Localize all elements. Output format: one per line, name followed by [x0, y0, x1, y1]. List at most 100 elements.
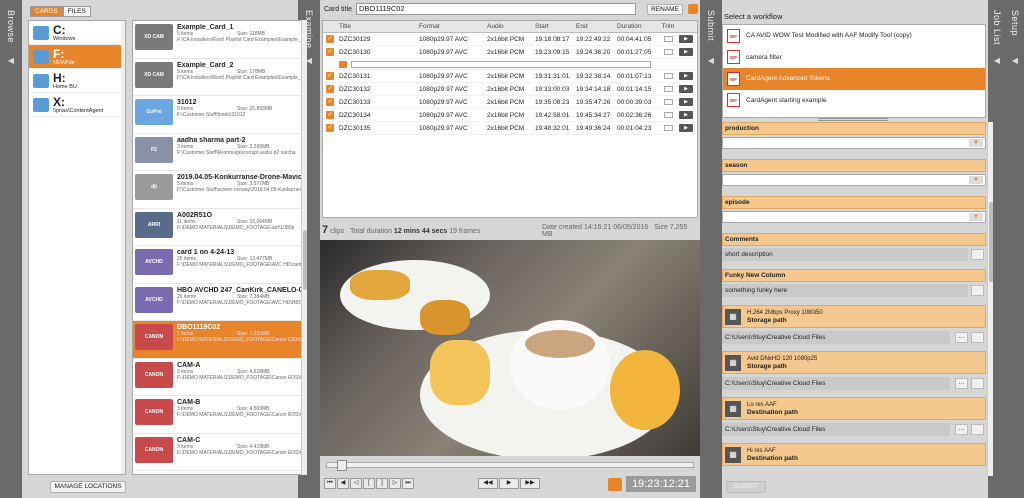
play-clip-button[interactable]: ▶ — [679, 98, 693, 107]
clip-row[interactable]: ✓ DZC30129 1080p29.97 AVC 2x16bit PCM 19:18:… — [323, 33, 697, 46]
col-title[interactable]: Title — [337, 21, 419, 32]
card-item[interactable]: dji 2019.04.05-Konkurranse-Drone-Mavic-OB… — [133, 171, 306, 209]
episode-select[interactable]: ▼ — [722, 211, 986, 223]
drive-item[interactable]: C: Windows — [29, 21, 125, 45]
trim-toggle[interactable] — [663, 125, 673, 132]
card-item[interactable]: CANON SINGLES CAM — [133, 471, 306, 474]
checkbox[interactable]: ✓ — [326, 35, 334, 44]
play-icon[interactable]: ▶ — [499, 478, 519, 489]
drive-list-scrollbar[interactable] — [121, 21, 125, 474]
scrubber-handle[interactable] — [337, 460, 347, 471]
card-item[interactable]: CANON CAM-C 3 items Size: 4,418MB F:\DEMO MA… — [133, 434, 306, 471]
options-button[interactable] — [971, 378, 984, 389]
card-item[interactable]: XD CAM Example_Card_2 5 items Size: 178MB F:… — [133, 59, 306, 96]
edit-button[interactable] — [971, 285, 984, 296]
comments-input[interactable]: short description — [722, 248, 984, 261]
scrollbar-thumb[interactable] — [989, 202, 993, 282]
trim-toggle[interactable] — [663, 86, 673, 93]
play-clip-button[interactable]: ▶ — [679, 85, 693, 94]
tab-setup[interactable]: Setup ◀ — [1006, 0, 1024, 498]
tab-browse[interactable]: Browse ◀ — [0, 0, 22, 498]
card-item[interactable]: P2 aadha sharma part-2 3 items Size: 3,266M… — [133, 134, 306, 171]
season-select[interactable]: ▼ — [722, 174, 986, 186]
card-list-scrollbar[interactable] — [301, 20, 307, 475]
play-clip-button[interactable]: ▶ — [679, 48, 693, 57]
browse-button[interactable]: … — [955, 332, 968, 343]
edit-button[interactable] — [971, 249, 984, 260]
col-format[interactable]: Format — [419, 21, 487, 32]
files-toggle[interactable]: FILES — [62, 6, 91, 17]
col-start[interactable]: Start — [535, 21, 576, 32]
clip-row[interactable]: ✓ DZC30135 1080p29.97 AVC 2x16bit PCM 19:48:… — [323, 122, 697, 135]
options-button[interactable] — [971, 424, 984, 435]
clip-row[interactable]: ✓ DZC30131 1080p29.97 AVC 2x16bit PCM 19:31:… — [323, 70, 697, 83]
checkbox[interactable]: ✓ — [326, 72, 334, 81]
workflow-item[interactable]: WF CA AVID WOW Test Modified with AAF Mod… — [723, 25, 985, 47]
go-end-icon[interactable]: ⏭ — [402, 478, 414, 489]
col-end[interactable]: End — [576, 21, 617, 32]
browse-button[interactable]: … — [955, 378, 968, 389]
resize-handle[interactable] — [818, 118, 888, 121]
play-clip-button[interactable]: ▶ — [679, 111, 693, 120]
clip-name-field[interactable] — [351, 61, 651, 68]
scrollbar-thumb[interactable] — [303, 230, 307, 290]
card-item[interactable]: CANON DBO1119C02 7 items Size: 7,255MB F:\DE… — [133, 321, 306, 359]
manage-locations-button[interactable]: MANAGE LOCATIONS — [50, 481, 126, 493]
video-preview[interactable] — [320, 240, 700, 456]
rename-button[interactable]: RENAME — [647, 4, 683, 15]
workflow-item[interactable]: WF CardAgent starting example — [723, 90, 985, 112]
settings-icon[interactable] — [688, 4, 698, 14]
prev-frame-icon[interactable]: ◁ — [350, 478, 362, 489]
clip-row[interactable]: ✓ DZC30132 1080p29.97 AVC 2x16bit PCM 19:33:… — [323, 83, 697, 96]
edit-icon[interactable] — [339, 61, 347, 68]
mark-out-icon[interactable]: ] — [376, 478, 388, 489]
timeline-scrubber[interactable] — [326, 460, 694, 471]
checkbox[interactable]: ✓ — [326, 48, 334, 57]
output-path[interactable]: C:\Users\Stuy\Creative Cloud Files… — [722, 377, 984, 390]
checkbox[interactable]: ✓ — [326, 124, 334, 133]
col-trim[interactable]: Trim — [657, 21, 679, 32]
workflow-item[interactable]: WF camera filter — [723, 47, 985, 69]
mark-in-icon[interactable]: [ — [363, 478, 375, 489]
trim-toggle[interactable] — [663, 49, 673, 56]
output-path[interactable]: C:\Users\Stuy\Creative Cloud Files… — [722, 423, 984, 436]
card-item[interactable]: CANON CAM-A 3 items Size: 4,628MB F:\DEMO MA… — [133, 359, 306, 396]
next-frame-icon[interactable]: ▷ — [389, 478, 401, 489]
clip-row[interactable]: ✓ DZC30130 1080p29.97 AVC 2x16bit PCM 19:23:… — [323, 46, 697, 59]
card-item[interactable]: XD CAM Example_Card_1 5 items Size: 118MB F:… — [133, 21, 306, 59]
play-clip-button[interactable]: ▶ — [679, 72, 693, 81]
col-audio[interactable]: Audio — [487, 21, 535, 32]
options-button[interactable] — [971, 332, 984, 343]
prev-clip-icon[interactable]: ◀ — [337, 478, 349, 489]
cards-toggle[interactable]: CARDS — [30, 6, 63, 17]
col-duration[interactable]: Duration — [617, 21, 657, 32]
card-item[interactable]: AVCHD HBO AVCHD 247_CanKirk_CANELO-03.2 26… — [133, 284, 306, 321]
clip-row[interactable]: ✓ DZC30134 1080p29.97 AVC 2x16bit PCM 19:42:… — [323, 109, 697, 122]
card-item[interactable]: ARRI A002R51O 11 items Size: 16,064MB F:\DEM… — [133, 209, 306, 246]
checkbox[interactable]: ✓ — [326, 111, 334, 120]
snapshot-icon[interactable] — [608, 478, 622, 491]
go-start-icon[interactable]: ⏮ — [324, 478, 336, 489]
clip-row[interactable]: ✓ DZC30133 1080p29.97 AVC 2x16bit PCM 19:35:… — [323, 96, 697, 109]
output-path[interactable]: C:\Users\Stuy\Creative Cloud Files… — [722, 331, 984, 344]
card-item[interactable]: GoPro 31012 9 items Size: 25.893MB F:\Custom… — [133, 96, 306, 134]
tab-submit[interactable]: Submit ◀ — [700, 0, 722, 498]
drive-item[interactable]: H: Home BU — [29, 69, 125, 93]
rewind-icon[interactable]: ◀◀ — [478, 478, 498, 489]
checkbox[interactable]: ✓ — [326, 98, 334, 107]
checkbox[interactable]: ✓ — [326, 85, 334, 94]
submit-button[interactable]: SUBMIT — [726, 481, 766, 493]
card-item[interactable]: AVCHD card 1 on 4-24-13 25 items Size: 13,4… — [133, 246, 306, 284]
form-scrollbar[interactable] — [987, 122, 993, 476]
trim-toggle[interactable] — [663, 73, 673, 80]
drive-item[interactable]: X: \\pnas\ContentAgent — [29, 93, 125, 117]
production-select[interactable]: ▼ — [722, 137, 986, 149]
fast-forward-icon[interactable]: ▶▶ — [520, 478, 540, 489]
play-clip-button[interactable]: ▶ — [679, 35, 693, 44]
drive-item[interactable]: F: NEWFile — [29, 45, 125, 69]
funky-input[interactable]: something funky here — [722, 284, 984, 297]
trim-toggle[interactable] — [663, 99, 673, 106]
trim-toggle[interactable] — [663, 112, 673, 119]
workflow-item[interactable]: WF CardAgent Advanced Tokens — [723, 68, 985, 90]
card-title-input[interactable]: DBO1119C02 — [356, 3, 636, 15]
